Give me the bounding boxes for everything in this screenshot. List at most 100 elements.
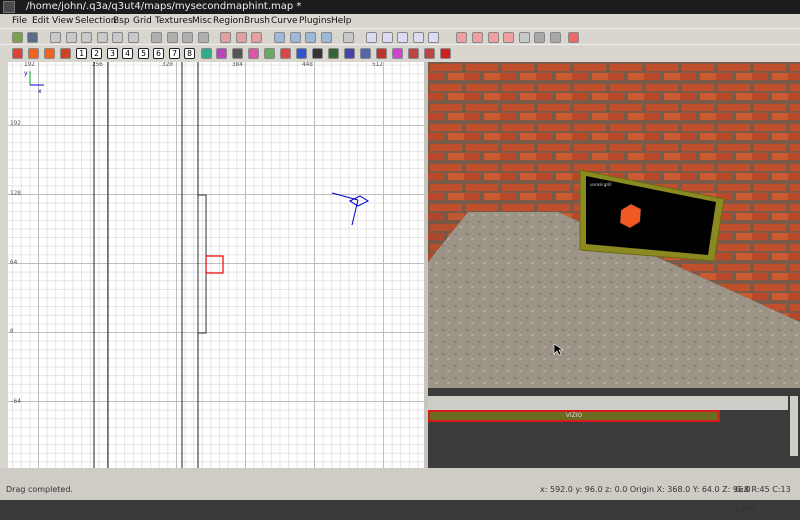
prefab-icon[interactable]	[28, 48, 39, 59]
menu-bar: File Edit View Selection Bsp Grid Textur…	[0, 14, 800, 28]
structural-icon[interactable]	[328, 48, 339, 59]
translucent-icon[interactable]	[424, 48, 435, 59]
patch-show-icon[interactable]	[550, 32, 561, 43]
light-icon[interactable]	[264, 48, 275, 59]
texture-scrollbar[interactable]	[790, 396, 798, 456]
brush-icon[interactable]	[12, 48, 23, 59]
curves-icon[interactable]	[408, 48, 419, 59]
left-strip	[0, 62, 8, 468]
lightgrid-icon[interactable]	[440, 48, 451, 59]
patch-inspector-icon[interactable]	[568, 32, 579, 43]
axis-y-label: y	[24, 70, 28, 77]
detail-icon[interactable]	[312, 48, 323, 59]
menu-selection[interactable]: Selection	[75, 14, 116, 28]
rotate-x-axis-icon[interactable]	[382, 32, 393, 43]
axis-indicator-icon	[29, 71, 44, 86]
grid-view-xy[interactable]: 192 256 320 384 448 512 192 128 64 0 -64…	[8, 62, 424, 468]
world-icon[interactable]	[344, 48, 355, 59]
menu-misc[interactable]: Misc	[192, 14, 212, 28]
hollow-icon[interactable]	[251, 32, 262, 43]
select-inside-icon[interactable]	[198, 32, 209, 43]
layer-8-button[interactable]: 8	[184, 48, 195, 59]
rotate-y-axis-icon[interactable]	[397, 32, 408, 43]
status-grid-info: G:8 R:45 C:13 L:MR	[735, 485, 791, 514]
select-touching-icon[interactable]	[167, 32, 178, 43]
layer-7-button[interactable]: 7	[169, 48, 180, 59]
status-message: Drag completed.	[6, 485, 73, 494]
texture-strip	[428, 396, 788, 410]
menu-file[interactable]: File	[12, 14, 27, 28]
texture-label: VIZIO	[565, 412, 583, 419]
camera-view[interactable]: unreal grill	[428, 62, 800, 388]
menu-bsp[interactable]: Bsp	[113, 14, 130, 28]
window-brush[interactable]	[197, 194, 207, 334]
patch-bend-icon[interactable]	[472, 32, 483, 43]
select-complete-tall-icon[interactable]	[151, 32, 162, 43]
patch-icon[interactable]	[456, 32, 467, 43]
hint-icon[interactable]	[216, 48, 227, 59]
rotate-z-axis-icon[interactable]	[413, 32, 424, 43]
toolbar-filters: 1 2 3 4 5 6 7 8	[0, 44, 800, 64]
origin-icon[interactable]	[392, 48, 403, 59]
texture-browser[interactable]: VIZIO	[428, 390, 800, 468]
window-title: /home/john/.q3a/q3ut4/maps/mysecondmaphi…	[26, 1, 302, 12]
layer-4-button[interactable]: 4	[122, 48, 133, 59]
layer-1-button[interactable]: 1	[76, 48, 87, 59]
menu-grid[interactable]: Grid	[133, 14, 152, 28]
areaportal-icon[interactable]	[376, 48, 387, 59]
camera-texture-icon[interactable]	[343, 32, 354, 43]
path-icon[interactable]	[280, 48, 291, 59]
camera-render: unreal grill	[428, 62, 800, 388]
cubic-clip-icon[interactable]	[321, 32, 332, 43]
menu-curve[interactable]: Curve	[271, 14, 298, 28]
trigger-icon[interactable]	[248, 48, 259, 59]
layer-2-button[interactable]: 2	[91, 48, 102, 59]
camera-icon[interactable]	[331, 192, 370, 226]
sign-text: unreal grill	[590, 182, 611, 187]
rotate-y-icon[interactable]	[97, 32, 108, 43]
entity-icon[interactable]	[44, 48, 55, 59]
entity-box[interactable]	[205, 255, 224, 274]
select-partial-tall-icon[interactable]	[182, 32, 193, 43]
rotate-x-icon[interactable]	[66, 32, 77, 43]
patch-insert-icon[interactable]	[488, 32, 499, 43]
caulk-icon[interactable]	[201, 48, 212, 59]
clip-icon[interactable]	[232, 48, 243, 59]
menu-edit[interactable]: Edit	[32, 14, 49, 28]
save-icon[interactable]	[27, 32, 38, 43]
move-icon[interactable]	[366, 32, 377, 43]
menu-region[interactable]: Region	[213, 14, 244, 28]
model-icon[interactable]	[296, 48, 307, 59]
layer-5-button[interactable]: 5	[138, 48, 149, 59]
menu-textures[interactable]: Textures	[155, 14, 193, 28]
patch-drill-icon[interactable]	[534, 32, 545, 43]
menu-brush[interactable]: Brush	[244, 14, 270, 28]
menu-view[interactable]: View	[52, 14, 73, 28]
menu-help[interactable]: Help	[331, 14, 352, 28]
csg-merge-icon[interactable]	[236, 32, 247, 43]
flip-z-icon[interactable]	[112, 32, 123, 43]
botclip-icon[interactable]	[360, 48, 371, 59]
app-icon	[3, 1, 15, 13]
flip-y-icon[interactable]	[81, 32, 92, 43]
patch-delete-icon[interactable]	[503, 32, 514, 43]
rotate-z-icon[interactable]	[128, 32, 139, 43]
scale-icon[interactable]	[428, 32, 439, 43]
clipper-icon[interactable]	[274, 32, 285, 43]
flip-x-icon[interactable]	[50, 32, 61, 43]
status-bar: Drag completed. x: 592.0 y: 96.0 z: 0.0 …	[0, 480, 800, 514]
texture-view-icon[interactable]	[305, 32, 316, 43]
change-view-icon[interactable]	[290, 32, 301, 43]
axis-x-label: x	[38, 88, 42, 95]
status-spacer	[0, 468, 800, 480]
open-icon[interactable]	[12, 32, 23, 43]
csg-subtract-icon[interactable]	[220, 32, 231, 43]
menu-plugins[interactable]: Plugins	[299, 14, 331, 28]
patch-weld-icon[interactable]	[519, 32, 530, 43]
layer-6-button[interactable]: 6	[153, 48, 164, 59]
layer-3-button[interactable]: 3	[107, 48, 118, 59]
patch-toggle-icon[interactable]	[60, 48, 71, 59]
texture-item[interactable]: VIZIO	[428, 410, 720, 422]
grid-overlay: y x	[24, 62, 370, 468]
title-bar: /home/john/.q3a/q3ut4/maps/mysecondmaphi…	[0, 0, 800, 14]
